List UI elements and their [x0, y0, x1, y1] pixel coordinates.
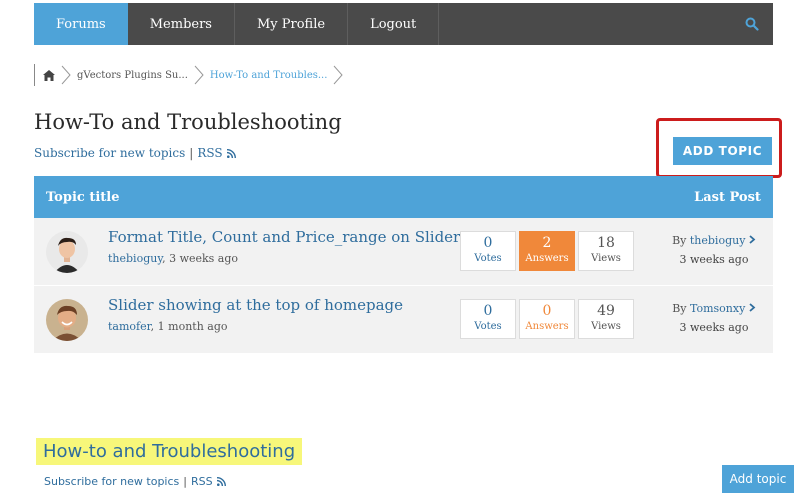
- votes-count: 0: [483, 303, 493, 319]
- last-post-time: 3 weeks ago: [679, 321, 749, 334]
- answers-label: Answers: [525, 253, 569, 264]
- votes-count: 0: [483, 235, 493, 251]
- rss-icon[interactable]: [226, 148, 236, 158]
- topic-info: Format Title, Count and Price_range on S…: [108, 228, 468, 265]
- topic-title-link[interactable]: Format Title, Count and Price_range on S…: [108, 228, 468, 246]
- last-post-user-link[interactable]: thebioguy: [690, 234, 746, 247]
- home-icon[interactable]: [43, 69, 55, 81]
- subscribe-link[interactable]: Subscribe for new topics: [34, 146, 185, 160]
- chevron-right-icon[interactable]: [749, 303, 756, 312]
- nav-members[interactable]: Members: [128, 3, 235, 45]
- subscribe-link[interactable]: Subscribe for new topics: [44, 475, 179, 488]
- chevron-right-icon: [194, 65, 204, 85]
- votes-stat: 0 Votes: [460, 231, 516, 271]
- votes-label: Votes: [474, 321, 502, 332]
- topic-stats: 0 Votes 0 Answers 49 Views: [460, 299, 634, 339]
- topic-stats: 0 Votes 2 Answers 18 Views: [460, 231, 634, 271]
- breadcrumb: gVectors Plugins Su... How-To and Troubl…: [34, 60, 349, 90]
- avatar[interactable]: [46, 231, 88, 273]
- rss-icon[interactable]: [216, 477, 226, 486]
- answers-stat: 2 Answers: [519, 231, 575, 271]
- topic-author-link[interactable]: tamofer: [108, 320, 151, 333]
- views-stat: 49 Views: [578, 299, 634, 339]
- topic-title-link[interactable]: Slider showing at the top of homepage: [108, 296, 403, 314]
- answers-label: Answers: [525, 321, 569, 332]
- topic-author-link[interactable]: thebioguy: [108, 252, 162, 265]
- topics-table: Topic title Last Post Format Title, Coun…: [34, 176, 773, 354]
- chevron-right-icon[interactable]: [749, 235, 756, 244]
- chevron-right-icon: [334, 65, 344, 85]
- last-post-by: By: [672, 234, 687, 247]
- answers-count: 0: [542, 303, 552, 319]
- votes-label: Votes: [474, 253, 502, 264]
- views-stat: 18 Views: [578, 231, 634, 271]
- nav-my-profile[interactable]: My Profile: [235, 3, 349, 45]
- views-label: Views: [591, 321, 621, 332]
- add-topic-button-bottom[interactable]: Add topic: [722, 465, 794, 493]
- separator: |: [189, 146, 194, 160]
- answers-count: 2: [542, 235, 552, 251]
- last-post-by: By: [672, 302, 687, 315]
- header-topic-title: Topic title: [46, 189, 120, 205]
- nav-logout[interactable]: Logout: [348, 3, 440, 45]
- highlighted-forum-title: How-to and Troubleshooting: [36, 438, 303, 465]
- search-icon: [745, 17, 759, 31]
- topic-meta: tamofer, 1 month ago: [108, 320, 403, 333]
- table-row: Format Title, Count and Price_range on S…: [34, 218, 773, 286]
- table-header: Topic title Last Post: [34, 176, 773, 218]
- subscribe-links: Subscribe for new topics | RSS: [34, 146, 236, 160]
- views-label: Views: [591, 253, 621, 264]
- breadcrumb-item-current[interactable]: How-To and Troubles...: [210, 70, 328, 81]
- last-post: By thebioguy 3 weeks ago: [664, 234, 764, 266]
- table-row: Slider showing at the top of homepage ta…: [34, 286, 773, 354]
- last-post-user-link[interactable]: Tomsonxy: [690, 302, 745, 315]
- nav-forums[interactable]: Forums: [34, 3, 128, 45]
- votes-stat: 0 Votes: [460, 299, 516, 339]
- last-post-time: 3 weeks ago: [679, 253, 749, 266]
- last-post: By Tomsonxy 3 weeks ago: [664, 302, 764, 334]
- chevron-right-icon: [61, 65, 71, 85]
- subscribe-links-bottom: Subscribe for new topics | RSS: [44, 475, 226, 488]
- add-topic-button[interactable]: ADD TOPIC: [673, 137, 772, 165]
- rss-link[interactable]: RSS: [197, 146, 222, 160]
- search-button[interactable]: [731, 3, 773, 45]
- rss-link[interactable]: RSS: [191, 475, 213, 488]
- header-last-post: Last Post: [694, 189, 761, 205]
- separator: |: [183, 475, 187, 488]
- page-title: How-To and Troubleshooting: [34, 110, 342, 134]
- main-nav: Forums Members My Profile Logout: [34, 3, 773, 45]
- views-count: 18: [597, 235, 615, 251]
- avatar[interactable]: [46, 299, 88, 341]
- topic-age: , 3 weeks ago: [162, 252, 239, 265]
- topic-meta: thebioguy, 3 weeks ago: [108, 252, 468, 265]
- topic-info: Slider showing at the top of homepage ta…: [108, 296, 403, 333]
- topic-age: , 1 month ago: [150, 320, 228, 333]
- breadcrumb-item-plugins[interactable]: gVectors Plugins Su...: [77, 70, 188, 81]
- answers-stat: 0 Answers: [519, 299, 575, 339]
- views-count: 49: [597, 303, 615, 319]
- breadcrumb-divider: [34, 64, 35, 86]
